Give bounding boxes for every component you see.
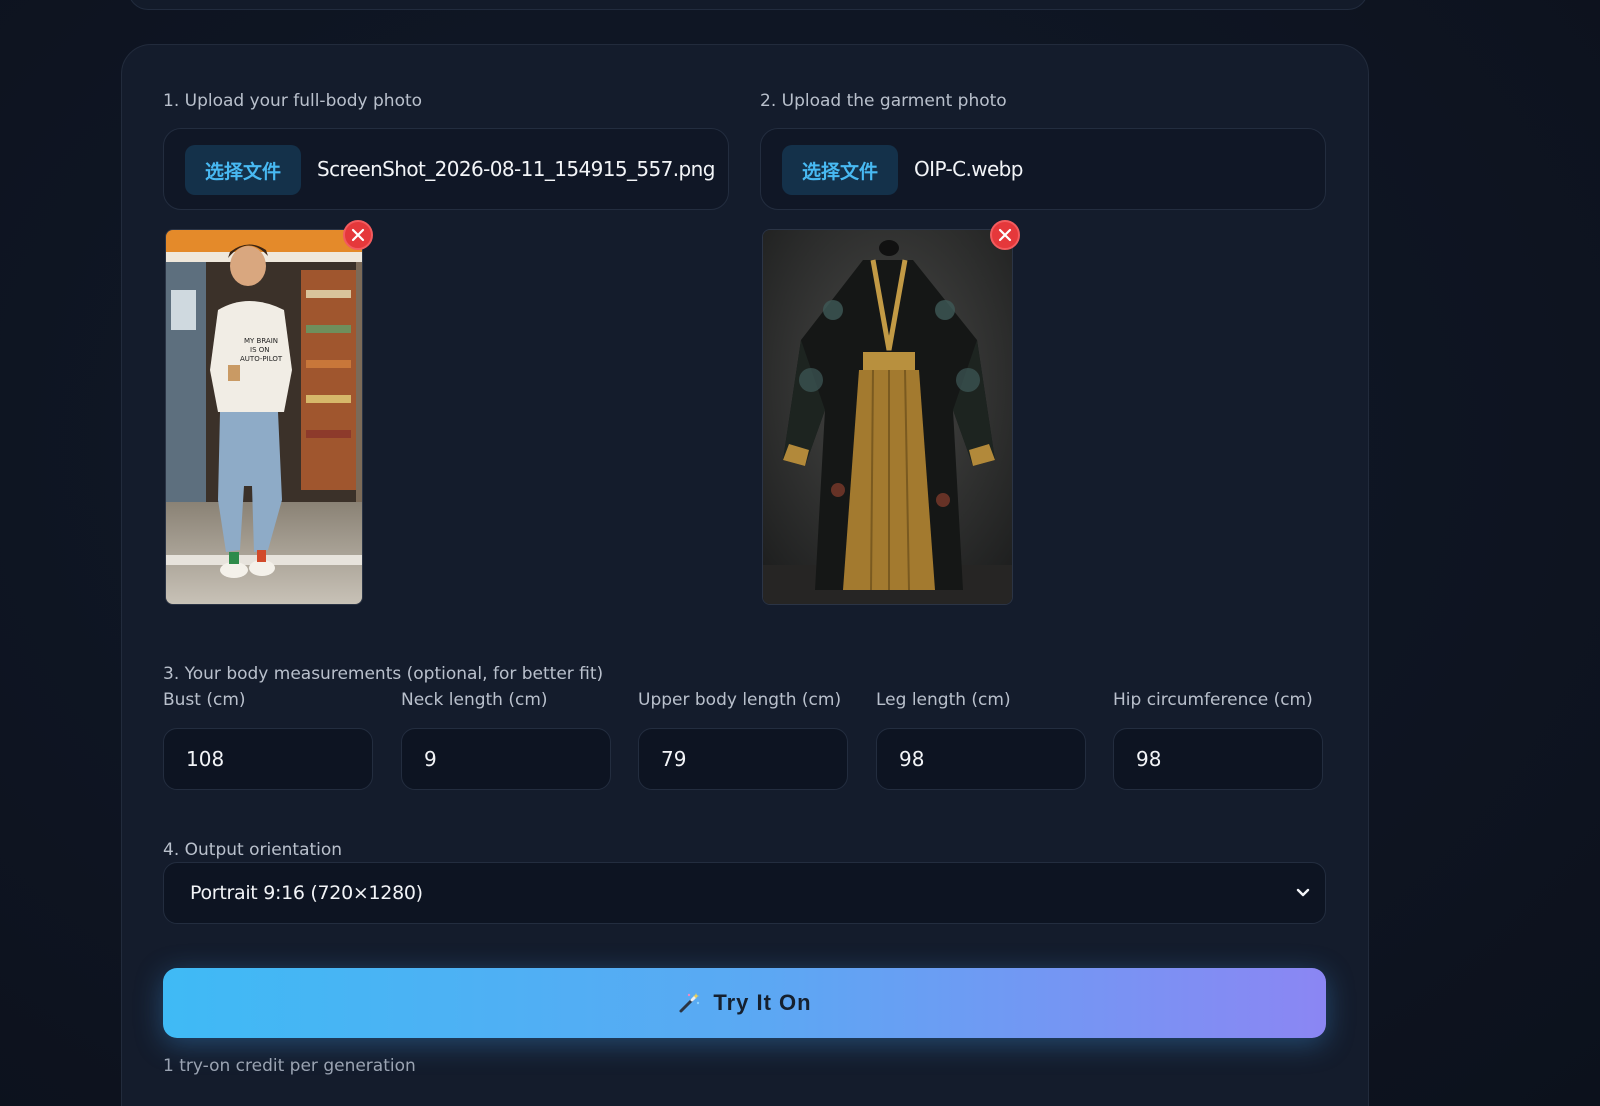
chevron-down-icon <box>1296 888 1310 897</box>
close-icon <box>998 228 1012 242</box>
choose-body-file-button[interactable]: 选择文件 <box>185 145 301 195</box>
leg-length-label: Leg length (cm) <box>876 690 1011 710</box>
svg-text:AUTO-PILOT: AUTO-PILOT <box>240 355 283 363</box>
body-file-name: ScreenShot_2026-08-11_154915_557.png <box>317 157 715 181</box>
neck-length-input[interactable] <box>401 728 611 790</box>
svg-text:MY BRAIN: MY BRAIN <box>244 337 278 345</box>
upload-garment-label: 2. Upload the garment photo <box>760 91 1007 111</box>
bust-label: Bust (cm) <box>163 690 246 710</box>
remove-garment-photo-button[interactable] <box>990 220 1020 250</box>
bust-input[interactable] <box>163 728 373 790</box>
hip-circumference-label: Hip circumference (cm) <box>1113 690 1313 710</box>
measurements-label: 3. Your body measurements (optional, for… <box>163 664 604 684</box>
try-it-on-label: Try It On <box>713 990 812 1015</box>
leg-length-input[interactable] <box>876 728 1086 790</box>
orientation-label: 4. Output orientation <box>163 840 343 860</box>
close-icon <box>351 228 365 242</box>
svg-text:IS ON: IS ON <box>250 346 269 354</box>
orientation-selected-value: Portrait 9:16 (720×1280) <box>190 882 423 904</box>
previous-card-edge <box>128 0 1368 10</box>
body-file-input[interactable]: 选择文件 ScreenShot_2026-08-11_154915_557.pn… <box>163 128 729 210</box>
body-photo-preview: MY BRAIN IS ON AUTO-PILOT <box>165 229 363 605</box>
choose-garment-file-button[interactable]: 选择文件 <box>782 145 898 195</box>
magic-wand-icon <box>679 993 700 1013</box>
try-it-on-button[interactable]: Try It On <box>163 968 1326 1038</box>
upload-body-label: 1. Upload your full-body photo <box>163 91 423 111</box>
neck-length-label: Neck length (cm) <box>401 690 548 710</box>
remove-body-photo-button[interactable] <box>343 220 373 250</box>
upper-body-length-label: Upper body length (cm) <box>638 690 842 710</box>
orientation-select[interactable]: Portrait 9:16 (720×1280) <box>163 862 1326 924</box>
credit-note: 1 try-on credit per generation <box>163 1056 416 1076</box>
garment-file-name: OIP-C.webp <box>914 157 1023 181</box>
upper-body-length-input[interactable] <box>638 728 848 790</box>
garment-file-input[interactable]: 选择文件 OIP-C.webp <box>760 128 1326 210</box>
garment-photo-preview <box>762 229 1013 605</box>
hip-circumference-input[interactable] <box>1113 728 1323 790</box>
